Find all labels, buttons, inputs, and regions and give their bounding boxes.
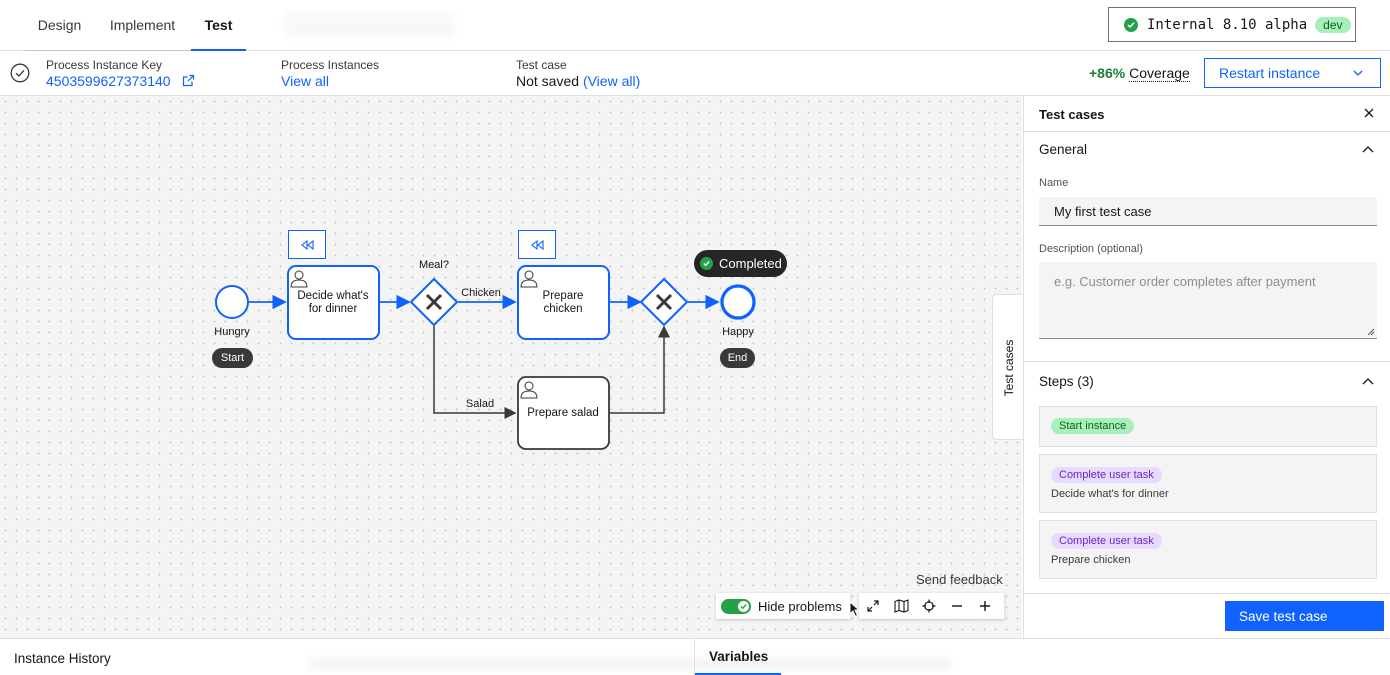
instance-history-tab[interactable]: Instance History xyxy=(14,651,111,666)
test-cases-side-tab[interactable]: Test cases xyxy=(992,294,1023,440)
test-case-label: Test case xyxy=(516,58,567,72)
send-feedback-link[interactable]: Send feedback xyxy=(916,572,1003,587)
step-tag: Complete user task xyxy=(1051,467,1162,483)
flow-chicken-label: Chicken xyxy=(461,287,501,299)
task3-label: Prepare salad xyxy=(527,407,599,419)
description-placeholder: e.g. Customer order completes after paym… xyxy=(1054,274,1316,289)
chevron-up-icon[interactable] xyxy=(1361,144,1375,156)
hide-problems-control[interactable]: Hide problems xyxy=(716,593,850,619)
end-event-label: Happy xyxy=(722,326,754,338)
replay-task2-button[interactable] xyxy=(518,230,556,259)
end-event[interactable] xyxy=(720,284,756,320)
step-item[interactable]: Start instance xyxy=(1039,406,1377,447)
coverage-label[interactable]: Coverage xyxy=(1129,65,1190,82)
process-instances-label: Process Instances xyxy=(281,58,380,72)
restart-instance-button[interactable]: Restart instance xyxy=(1204,58,1381,88)
description-field-label: Description (optional) xyxy=(1039,243,1143,255)
external-link-icon[interactable] xyxy=(182,74,195,87)
general-section-title[interactable]: General xyxy=(1039,142,1087,157)
step-item[interactable]: Complete user task Prepare chicken xyxy=(1039,520,1377,579)
flow-salad-to-join xyxy=(610,325,670,414)
side-tab-label: Test cases xyxy=(1002,339,1016,397)
process-name-blurred xyxy=(283,12,455,38)
tab-test[interactable]: Test xyxy=(191,0,246,51)
exclusive-gateway-join[interactable] xyxy=(639,277,689,327)
exclusive-gateway-meal[interactable] xyxy=(409,277,459,327)
start-event-label: Hungry xyxy=(214,326,250,338)
instance-key-link[interactable]: 4503599627373140 xyxy=(46,73,195,89)
environment-name: Internal 8.10 alpha xyxy=(1147,16,1308,33)
variables-tab[interactable]: Variables xyxy=(695,639,781,675)
step-tag: Start instance xyxy=(1051,418,1135,434)
tab-implement[interactable]: Implement xyxy=(94,0,191,51)
task1-line2: for dinner xyxy=(309,303,358,315)
task2-line2: chicken xyxy=(544,303,583,315)
chevron-up-icon[interactable] xyxy=(1361,376,1375,388)
instance-status-check-icon xyxy=(10,63,30,83)
crosshair-icon[interactable] xyxy=(915,593,943,619)
top-tab-bar: Design Implement Test Internal 8.10 alph… xyxy=(0,0,1390,51)
instance-info-bar: Process Instance Key 4503599627373140 Pr… xyxy=(0,52,1390,96)
coverage-indicator[interactable]: +86% Coverage xyxy=(1089,65,1190,82)
task1-line1: Decide what's xyxy=(297,290,368,302)
restart-instance-label: Restart instance xyxy=(1219,65,1321,81)
flow-salad-label: Salad xyxy=(466,398,494,410)
bpmn-canvas[interactable]: Hungry Decide what's for dinner Meal? Ch… xyxy=(0,96,1023,638)
step-tag: Complete user task xyxy=(1051,533,1162,549)
panel-header: Test cases xyxy=(1024,96,1390,132)
resize-handle-icon[interactable] xyxy=(1367,328,1375,336)
completed-label: Completed xyxy=(719,256,782,271)
section-divider xyxy=(1024,361,1390,362)
instance-key-value[interactable]: 4503599627373140 xyxy=(46,73,171,89)
save-test-case-button[interactable]: Save test case xyxy=(1225,601,1384,631)
coverage-percent: +86% xyxy=(1089,65,1126,81)
start-badge: Start xyxy=(212,348,253,368)
bpmn-diagram: Hungry Decide what's for dinner Meal? Ch… xyxy=(214,259,756,450)
canvas-zoom-controls xyxy=(859,593,1004,619)
view-all-test-cases-link[interactable]: (View all) xyxy=(583,73,640,89)
description-textarea[interactable]: e.g. Customer order completes after paym… xyxy=(1039,262,1377,339)
replay-task1-button[interactable] xyxy=(288,230,326,259)
instance-key-label: Process Instance Key xyxy=(46,58,163,72)
environment-badge: dev xyxy=(1315,16,1351,33)
test-cases-panel: Test cases General Name My first test ca… xyxy=(1023,96,1390,638)
hide-problems-toggle[interactable] xyxy=(721,598,751,614)
step-item[interactable]: Complete user task Decide what's for din… xyxy=(1039,454,1377,513)
chevron-down-icon[interactable] xyxy=(1352,67,1364,79)
end-badge: End xyxy=(720,348,755,368)
hide-problems-label: Hide problems xyxy=(758,598,842,614)
name-input[interactable]: My first test case xyxy=(1039,197,1377,226)
start-event[interactable] xyxy=(215,285,249,319)
test-case-value: Not saved xyxy=(516,73,580,89)
close-icon[interactable] xyxy=(1362,106,1376,120)
rewind-icon xyxy=(301,239,314,250)
gateway-meal-label: Meal? xyxy=(419,259,449,271)
check-circle-icon xyxy=(700,257,713,270)
blurred-content xyxy=(310,659,950,669)
bottom-panel-bar: Instance History Variables xyxy=(0,638,1390,675)
toggle-check-icon xyxy=(738,600,749,612)
name-field-label: Name xyxy=(1039,177,1069,189)
view-all-instances-link[interactable]: View all xyxy=(281,73,329,89)
steps-section-title[interactable]: Steps (3) xyxy=(1039,374,1094,389)
zoom-out-icon[interactable] xyxy=(943,593,971,619)
footer-divider xyxy=(1024,593,1390,594)
completed-badge: Completed xyxy=(694,250,787,277)
tab-design[interactable]: Design xyxy=(25,0,94,51)
minimap-icon[interactable] xyxy=(887,593,915,619)
task2-line1: Prepare xyxy=(543,290,584,302)
panel-title: Test cases xyxy=(1039,107,1105,122)
test-case-status: Not saved (View all) xyxy=(516,73,640,89)
step-detail: Prepare chicken xyxy=(1051,554,1131,566)
step-detail: Decide what's for dinner xyxy=(1051,488,1169,500)
environment-indicator[interactable]: Internal 8.10 alpha dev xyxy=(1108,7,1356,42)
mouse-cursor-icon xyxy=(849,601,861,618)
check-circle-icon xyxy=(1124,17,1138,32)
fullscreen-icon[interactable] xyxy=(859,593,887,619)
rewind-icon xyxy=(531,239,544,250)
zoom-in-icon[interactable] xyxy=(971,593,999,619)
